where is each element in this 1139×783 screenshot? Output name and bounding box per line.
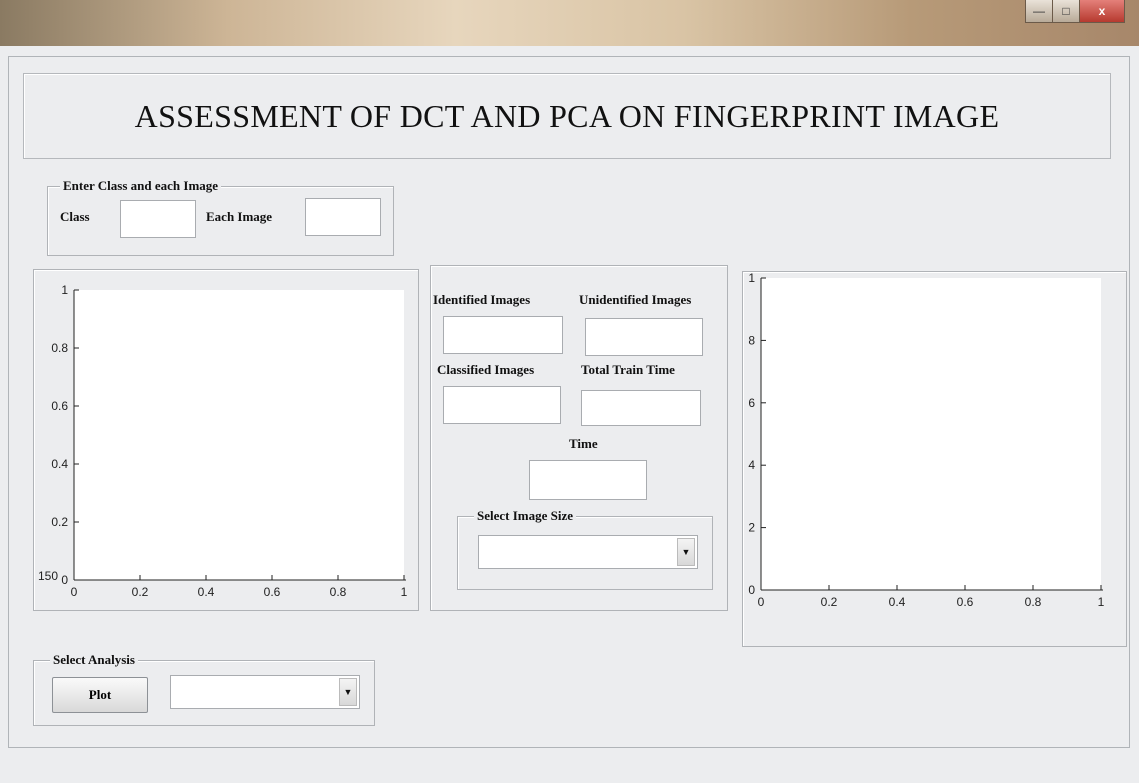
y-tick-label: 0.4 — [51, 457, 68, 471]
y-tick-label: 0 — [748, 583, 755, 597]
y-tick-label: 0.6 — [51, 399, 68, 413]
x-tick-label: 0.6 — [264, 585, 281, 599]
minimize-button[interactable]: — — [1025, 0, 1053, 23]
analysis-group: Select Analysis Plot ▼ — [33, 652, 375, 726]
class-label: Class — [60, 209, 90, 224]
results-panel: Identified Images Unidentified Images Cl… — [430, 265, 728, 611]
time-label: Time — [569, 436, 598, 451]
x-tick-label: 0.2 — [821, 595, 838, 609]
analysis-legend: Select Analysis — [50, 652, 138, 668]
chevron-down-icon: ▼ — [677, 538, 695, 566]
y-tick-label: 2 — [748, 521, 755, 535]
chevron-down-icon: ▼ — [339, 678, 357, 706]
each-image-input[interactable] — [305, 198, 381, 236]
x-tick-label: 0.8 — [1025, 595, 1042, 609]
left-axes-panel: 0 0.2 0.4 0.6 0.8 1 0 0.2 0.4 0.6 0.8 1 150 — [33, 269, 419, 611]
x-tick-label: 0.4 — [889, 595, 906, 609]
right-axes-panel: 0 0.2 0.4 0.6 0.8 1 0 2 4 6 8 1 — [742, 271, 1127, 647]
unidentified-input[interactable] — [585, 318, 703, 356]
y-tick-label: 0 — [61, 573, 68, 587]
plot-button[interactable]: Plot — [52, 677, 148, 713]
y-tick-label: 1 — [748, 272, 755, 285]
time-input[interactable] — [529, 460, 647, 500]
right-axes: 0 0.2 0.4 0.6 0.8 1 0 2 4 6 8 1 — [748, 272, 1105, 609]
figure-window: ASSESSMENT OF DCT AND PCA ON FINGERPRINT… — [8, 56, 1130, 748]
y-tick-label: 8 — [748, 333, 755, 347]
image-size-group: Select Image Size ▼ — [457, 508, 713, 590]
x-tick-label: 0 — [758, 595, 765, 609]
identified-label: Identified Images — [433, 292, 531, 307]
train-time-input[interactable] — [581, 390, 701, 426]
left-axes: 0 0.2 0.4 0.6 0.8 1 0 0.2 0.4 0.6 0.8 1 150 — [38, 283, 408, 599]
analysis-select[interactable]: ▼ — [170, 675, 360, 709]
title-panel: ASSESSMENT OF DCT AND PCA ON FINGERPRINT… — [23, 73, 1111, 159]
close-button[interactable]: x — [1079, 0, 1125, 23]
window-titlebar: — □ x — [0, 0, 1139, 46]
x-tick-label: 1 — [1098, 595, 1105, 609]
image-size-legend: Select Image Size — [474, 508, 577, 524]
input-group-legend: Enter Class and each Image — [60, 178, 222, 194]
x-tick-label: 1 — [401, 585, 408, 599]
image-size-select[interactable]: ▼ — [478, 535, 698, 569]
y-tick-label: 1 — [61, 283, 68, 297]
x-tick-label: 0 — [71, 585, 78, 599]
y-tick-label: 4 — [748, 458, 755, 472]
unidentified-label: Unidentified Images — [579, 292, 692, 307]
right-plot-area — [761, 278, 1101, 590]
identified-input[interactable] — [443, 316, 563, 354]
page-title: ASSESSMENT OF DCT AND PCA ON FINGERPRINT… — [134, 97, 1000, 134]
y-tick-label: 0.2 — [51, 515, 68, 529]
y-tick-label: 0.8 — [51, 341, 68, 355]
classified-label: Classified Images — [437, 362, 535, 377]
y-tick-label: 6 — [748, 396, 755, 410]
window-controls: — □ x — [1025, 0, 1125, 24]
classified-input[interactable] — [443, 386, 561, 424]
left-stray-label: 150 — [38, 569, 58, 583]
x-tick-label: 0.4 — [198, 585, 215, 599]
x-tick-label: 0.8 — [330, 585, 347, 599]
class-input[interactable] — [120, 200, 196, 238]
input-group: Enter Class and each Image Class Each Im… — [47, 178, 394, 256]
each-image-label: Each Image — [206, 209, 273, 224]
left-plot-area — [74, 290, 404, 580]
maximize-button[interactable]: □ — [1052, 0, 1080, 23]
train-time-label: Total Train Time — [581, 362, 675, 377]
x-tick-label: 0.6 — [957, 595, 974, 609]
x-tick-label: 0.2 — [132, 585, 149, 599]
